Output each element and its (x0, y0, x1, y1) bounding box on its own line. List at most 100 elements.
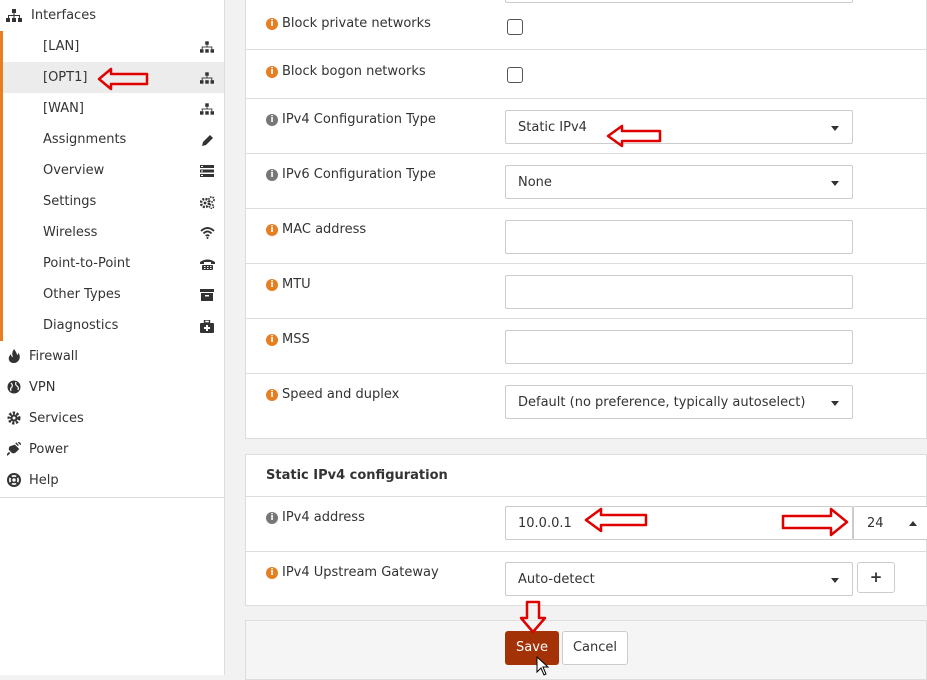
sidebar-item-firewall[interactable]: Firewall (0, 341, 224, 372)
cancel-button[interactable]: Cancel (562, 631, 628, 665)
sidebar-item-label: Other Types (43, 287, 121, 302)
cursor-icon (536, 656, 550, 676)
sidebar-item-overview[interactable]: Overview (3, 155, 224, 186)
section-title: Static IPv4 configuration (266, 468, 448, 483)
cidr-select[interactable]: 24 (853, 506, 927, 540)
select-value: Default (no preference, typically autose… (518, 395, 806, 410)
info-icon[interactable]: i (266, 66, 278, 78)
info-icon[interactable]: i (266, 114, 278, 126)
mtu-input[interactable] (505, 275, 853, 309)
info-icon[interactable]: i (266, 169, 278, 181)
sitemap-icon (199, 39, 215, 55)
field-label: i IPv4 address (266, 510, 365, 525)
chevron-down-icon (831, 401, 839, 406)
select-value: Static IPv4 (518, 120, 587, 135)
field-label: i IPv4 Configuration Type (266, 112, 436, 127)
mtu-label: MTU (282, 277, 311, 292)
block-private-label: Block private networks (282, 16, 431, 31)
field-label: i MAC address (266, 222, 366, 237)
speed-row: i Speed and duplex Default (no preference… (246, 373, 927, 429)
field-label: i IPv4 Upstream Gateway (266, 565, 439, 580)
mac-row: i MAC address (246, 208, 927, 264)
block-bogon-checkbox[interactable] (507, 67, 523, 83)
mss-row: i MSS (246, 318, 927, 374)
field-label: i Speed and duplex (266, 387, 399, 402)
sidebar-item-label: Wireless (43, 225, 98, 240)
sidebar: Interfaces [LAN] [OPT1] [WAN] Assignment… (0, 0, 225, 675)
plus-icon: + (869, 568, 883, 586)
ipv4-address-label: IPv4 address (282, 510, 365, 525)
sidebar-item-other-types[interactable]: Other Types (3, 279, 224, 310)
info-icon[interactable]: i (266, 279, 278, 291)
phone-icon (199, 256, 215, 272)
chevron-down-icon (831, 578, 839, 583)
annotation-arrow-down (519, 600, 547, 634)
sidebar-item-vpn[interactable]: VPN (0, 372, 224, 403)
save-button[interactable]: Save (505, 631, 559, 665)
gateway-select[interactable]: Auto-detect (505, 562, 853, 596)
sidebar-item-lan[interactable]: [LAN] (3, 31, 224, 62)
mss-input[interactable] (505, 330, 853, 364)
gateway-row: i IPv4 Upstream Gateway Auto-detect + (246, 551, 927, 606)
sidebar-item-point-to-point[interactable]: Point-to-Point (3, 248, 224, 279)
sidebar-item-diagnostics[interactable]: Diagnostics (3, 310, 224, 341)
speed-label: Speed and duplex (282, 387, 400, 402)
sidebar-item-settings[interactable]: Settings (3, 186, 224, 217)
block-bogon-row: i Block bogon networks (246, 49, 927, 99)
select-value: 24 (867, 516, 884, 531)
cancel-label: Cancel (572, 640, 618, 655)
sidebar-item-wan[interactable]: [WAN] (3, 93, 224, 124)
speed-duplex-select[interactable]: Default (no preference, typically autose… (505, 385, 853, 419)
mss-label: MSS (282, 332, 310, 347)
sitemap-icon (6, 9, 22, 26)
sidebar-item-wireless[interactable]: Wireless (3, 217, 224, 248)
sidebar-item-help[interactable]: Help (0, 465, 224, 496)
save-label: Save (516, 640, 548, 655)
lifebuoy-icon (7, 473, 21, 487)
info-icon[interactable]: i (266, 18, 278, 30)
info-icon[interactable]: i (266, 389, 278, 401)
sidebar-item-label: Diagnostics (43, 318, 119, 333)
field-label: i Block private networks (266, 16, 431, 31)
sidebar-item-label: [LAN] (43, 39, 80, 54)
sidebar-item-label: Settings (43, 194, 97, 209)
chevron-down-icon (831, 126, 839, 131)
block-private-checkbox[interactable] (507, 19, 523, 35)
gateway-label: IPv4 Upstream Gateway (282, 565, 439, 580)
ipv4-type-label: IPv4 Configuration Type (282, 112, 436, 127)
select-value: Auto-detect (518, 572, 595, 587)
medkit-icon (199, 318, 215, 334)
ipv4-type-select[interactable]: Static IPv4 (505, 110, 853, 144)
sidebar-item-label: [WAN] (43, 101, 84, 116)
fire-icon (7, 349, 21, 363)
info-icon[interactable]: i (266, 512, 278, 524)
info-icon[interactable]: i (266, 567, 278, 579)
sidebar-item-label: Help (29, 473, 59, 488)
wifi-icon (199, 225, 215, 241)
mac-label: MAC address (282, 222, 367, 237)
ipv6-type-row: i IPv6 Configuration Type None (246, 153, 927, 209)
sidebar-item-assignments[interactable]: Assignments (3, 124, 224, 155)
sitemap-icon (199, 101, 215, 117)
sidebar-item-power[interactable]: Power (0, 434, 224, 465)
mac-address-input[interactable] (505, 220, 853, 254)
sidebar-item-label: Services (29, 411, 84, 426)
sidebar-item-services[interactable]: Services (0, 403, 224, 434)
gears-icon (199, 194, 215, 210)
field-label: i IPv6 Configuration Type (266, 167, 436, 182)
list-icon (199, 163, 215, 179)
sidebar-divider (0, 497, 224, 498)
annotation-arrow-right (781, 507, 849, 537)
info-icon[interactable]: i (266, 334, 278, 346)
annotation-arrow-left (97, 67, 149, 91)
sidebar-item-label: Interfaces (31, 8, 96, 23)
sidebar-item-interfaces[interactable]: Interfaces (0, 0, 224, 31)
ipv6-type-label: IPv6 Configuration Type (282, 167, 436, 182)
add-gateway-button[interactable]: + (857, 562, 895, 593)
ipv6-type-select[interactable]: None (505, 165, 853, 199)
pencil-icon (199, 132, 215, 148)
globe-icon (7, 380, 21, 394)
sidebar-item-label: Overview (43, 163, 105, 178)
sidebar-item-label: VPN (29, 380, 56, 395)
info-icon[interactable]: i (266, 224, 278, 236)
